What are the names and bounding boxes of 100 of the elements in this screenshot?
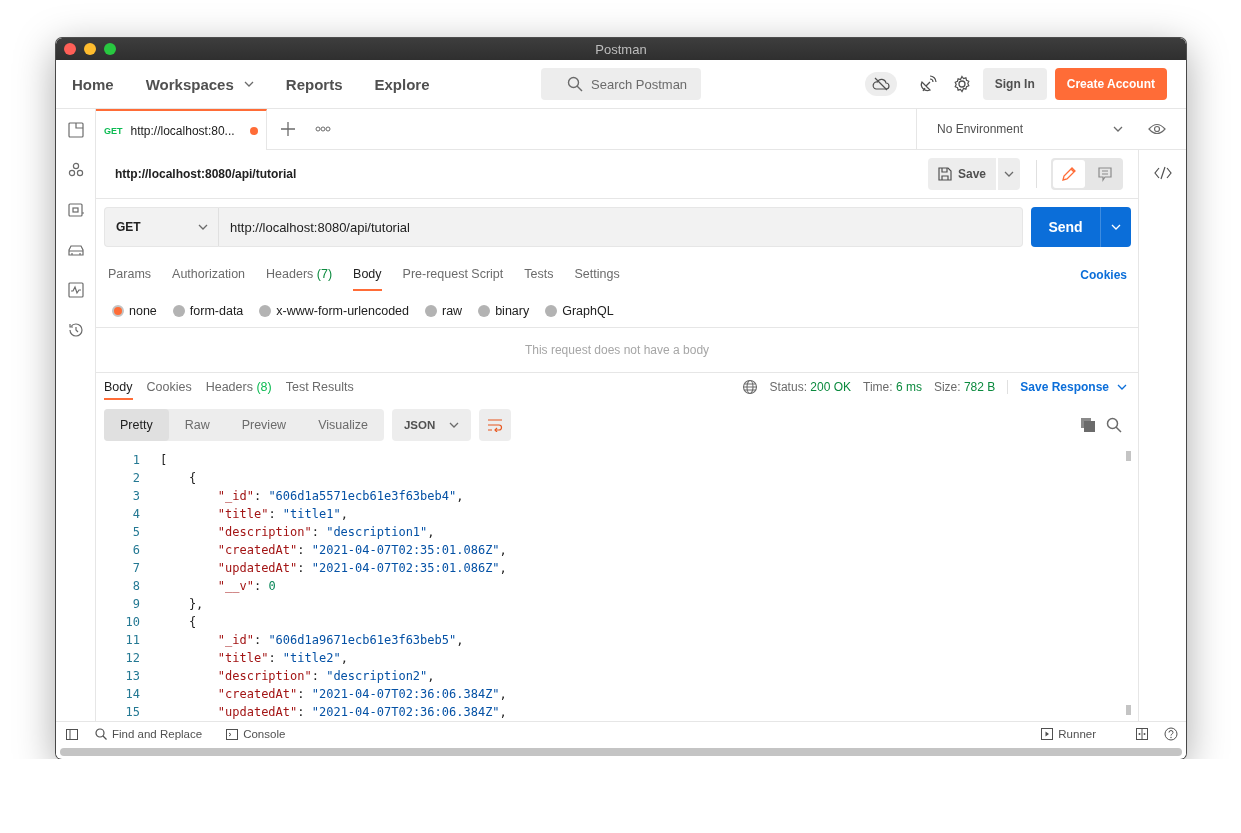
tab[interactable]: Body [104,374,133,400]
maximize-button[interactable] [104,43,116,55]
tab[interactable]: Settings [574,259,620,291]
line-number: 15 [124,705,140,719]
save-response-button[interactable]: Save Response [1007,380,1127,394]
code-line: "updatedAt": "2021-04-07T02:35:01.086Z", [216,561,507,575]
minimize-button[interactable] [84,43,96,55]
chevron-down-icon[interactable] [1113,126,1123,132]
request-tab[interactable]: GET http://localhost:80... [96,109,267,150]
chevron-down-icon[interactable] [1117,384,1127,390]
chevron-down-icon[interactable] [198,224,208,230]
line-number: 2 [131,471,140,485]
code-line: "description": "description2", [216,669,435,683]
two-pane-icon[interactable] [1136,728,1148,740]
document-icon[interactable] [66,121,85,139]
method-dropdown[interactable]: GET [104,207,219,247]
radio-label: x-www-form-urlencoded [276,304,409,318]
horizontal-scrollbar[interactable] [60,748,1182,756]
save-button[interactable]: Save [927,158,996,190]
satellite-dish-icon[interactable] [918,75,937,93]
code-line: { [187,471,197,485]
code-line: "updatedAt": "2021-04-07T02:36:06.384Z", [216,705,507,719]
radio-button[interactable] [478,305,491,317]
tab[interactable]: Params [108,259,152,291]
network-nodes-icon[interactable] [66,161,85,179]
runner-button[interactable]: Runner [1041,728,1096,740]
nav-item[interactable]: Reports [285,75,343,93]
more-icon[interactable] [315,126,331,132]
nav-item[interactable]: Home [72,75,114,93]
send-button[interactable]: Send [1031,207,1131,247]
response-stat: Status: 200 OK [769,380,851,394]
view-mode-tab[interactable]: Preview [225,409,303,441]
line-number: 5 [131,525,140,539]
nav-item[interactable]: Workspaces [145,75,254,93]
tab[interactable]: Headers (7) [266,259,333,291]
settings-icon[interactable] [952,75,971,93]
code-line: "createdAt": "2021-04-07T02:35:01.086Z", [216,543,507,557]
view-mode-tab[interactable]: Pretty [104,409,169,441]
line-number: 1 [131,453,140,467]
tab[interactable]: Body [353,259,382,291]
activity-chart-icon[interactable] [66,281,85,299]
tab-title: http://localhost:80... [130,123,235,138]
empty-message: This request does not have a body [524,343,710,357]
url-field[interactable]: http://localhost:8080/api/tutorial [219,207,1023,247]
code-icon[interactable] [1153,166,1172,180]
line-number: 13 [124,669,140,683]
format-dropdown[interactable]: JSON [391,409,472,441]
tab[interactable]: Authorization [172,259,246,291]
sign-in-button[interactable]: Sign In [982,68,1047,100]
search-icon[interactable] [1106,417,1122,433]
code-line: "_id": "606d1a9671ecb61e3f63beb5", [216,633,464,647]
console-button[interactable]: Console [226,728,286,740]
close-button[interactable] [64,43,76,55]
cloud-off-icon [871,77,890,91]
history-icon[interactable] [66,321,85,339]
code-line: }, [187,597,204,611]
find-replace-button[interactable]: Find and Replace [95,728,203,740]
play-box-icon [1041,728,1054,740]
radio-button[interactable] [112,305,124,317]
eye-icon[interactable] [1148,123,1166,135]
copy-icon[interactable] [1080,417,1096,433]
radio-label: raw [442,304,463,318]
line-number: 3 [131,489,140,503]
chevron-down-icon[interactable] [449,422,460,428]
sync-button[interactable] [864,72,897,96]
plus-icon[interactable] [281,122,295,136]
radio-button[interactable] [425,305,437,317]
terminal-icon [226,728,239,740]
tab[interactable]: Pre-request Script [402,259,504,291]
code-line: "_id": "606d1a5571ecb61e3f63beb4", [216,489,464,503]
search-icon [567,76,583,92]
line-number: 9 [131,597,140,611]
comment-icon [1097,166,1113,182]
tab[interactable]: Tests [524,259,554,291]
radio-button[interactable] [545,305,558,317]
view-mode-tab[interactable]: Visualize [302,409,384,441]
edit-button[interactable] [1053,160,1085,188]
globe-icon [741,379,758,395]
line-number: 7 [131,561,140,575]
tab[interactable]: Headers (8) [205,374,272,400]
view-mode-tab[interactable]: Raw [168,409,226,441]
environment-dropdown[interactable]: No Environment [917,109,1139,149]
code-line: "description": "description1", [216,525,435,539]
radio-button[interactable] [172,305,185,317]
panel-icon[interactable] [66,201,85,219]
wrap-lines-icon [487,418,504,432]
sidebar-toggle-icon[interactable] [66,728,78,740]
chevron-down-icon[interactable] [1004,171,1014,177]
code-line: "title": "title2", [216,651,348,665]
tab[interactable]: Test Results [285,374,354,400]
tab[interactable]: Cookies [146,374,192,400]
chevron-down-icon[interactable] [243,81,254,87]
nav-item[interactable]: Explore [374,75,430,93]
cookies-link[interactable]: Cookies [1080,268,1127,282]
search-field[interactable]: Search Postman [541,68,701,100]
search-icon [95,728,107,740]
line-number: 6 [131,543,140,557]
radio-button[interactable] [259,305,272,317]
help-icon[interactable] [1164,727,1178,741]
line-number: 14 [124,687,140,701]
